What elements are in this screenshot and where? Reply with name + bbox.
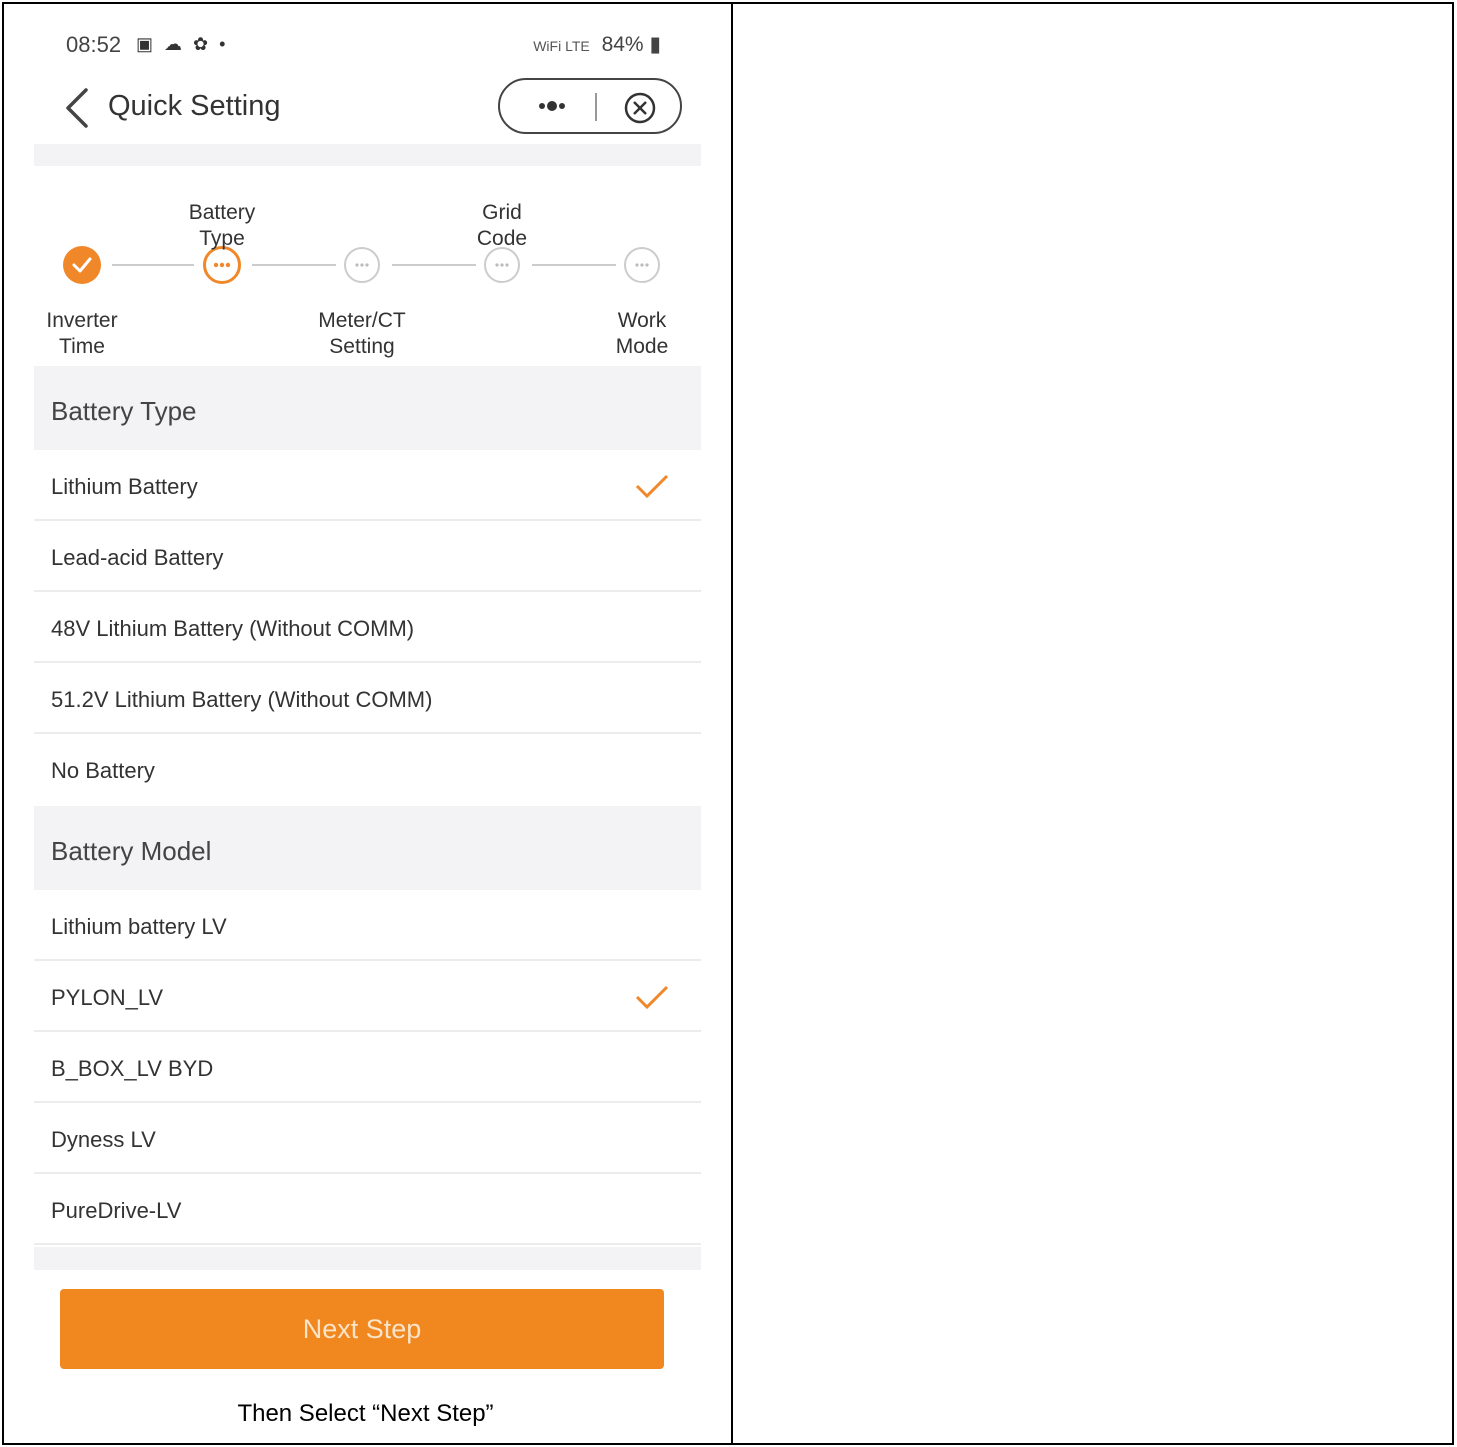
header-divider bbox=[34, 144, 701, 166]
option-label: PYLON_LV bbox=[51, 985, 164, 1010]
battery-model-option-puredrive[interactable]: PureDrive-LV bbox=[34, 1174, 701, 1245]
page-title: Quick Setting bbox=[108, 90, 281, 122]
next-step-button[interactable]: Next Step bbox=[60, 1289, 664, 1369]
section-title: Battery Model bbox=[51, 836, 212, 866]
ellipsis-icon bbox=[213, 262, 231, 268]
status-right: WiFi LTE 84% ▮ bbox=[533, 32, 661, 57]
option-label: Dyness LV bbox=[51, 1127, 156, 1152]
step-label-line: Code bbox=[476, 227, 528, 250]
battery-icon: ▮ bbox=[649, 33, 661, 56]
step-connector bbox=[112, 264, 194, 266]
step-label-line: Setting bbox=[329, 335, 395, 358]
step-label-line: Grid bbox=[482, 201, 522, 224]
network-icon: WiFi LTE bbox=[533, 38, 590, 54]
battery-model-option-bbox[interactable]: B_BOX_LV BYD bbox=[34, 1032, 701, 1103]
option-label: Lithium battery LV bbox=[51, 914, 227, 939]
status-time: 08:52 bbox=[66, 32, 122, 57]
battery-model-heading: Battery Model bbox=[34, 806, 701, 890]
checkmark-icon bbox=[72, 257, 92, 273]
battery-model-option-pylon[interactable]: PYLON_LV bbox=[34, 961, 701, 1032]
battery-level: 84% bbox=[601, 33, 644, 56]
notification-icons: ▣ ☁ ✿ • bbox=[136, 34, 229, 54]
close-circle-icon[interactable] bbox=[620, 88, 660, 128]
selected-check-icon bbox=[635, 474, 669, 499]
option-label: No Battery bbox=[51, 758, 155, 783]
back-chevron-icon[interactable] bbox=[62, 86, 92, 130]
step-label-inverter-time: Inverter Time bbox=[34, 308, 152, 360]
step-5-pending-indicator bbox=[624, 247, 660, 283]
option-label: 48V Lithium Battery (Without COMM) bbox=[51, 616, 415, 641]
step-connector bbox=[252, 264, 336, 266]
status-bar: 08:52 ▣ ☁ ✿ • WiFi LTE 84% ▮ bbox=[34, 32, 701, 62]
battery-model-option-lithium-lv[interactable]: Lithium battery LV bbox=[34, 890, 701, 961]
option-label: PureDrive-LV bbox=[51, 1198, 182, 1223]
step-connector bbox=[392, 264, 476, 266]
document-caption: Then Select “Next Step” bbox=[237, 1400, 494, 1427]
battery-type-option-none[interactable]: No Battery bbox=[34, 734, 701, 805]
step-label-line: Work bbox=[617, 309, 667, 332]
ellipsis-icon bbox=[495, 263, 509, 267]
step-label-grid-code: Grid Code bbox=[432, 200, 572, 252]
battery-type-option-lead-acid[interactable]: Lead-acid Battery bbox=[34, 521, 701, 592]
step-label-line: Battery bbox=[188, 201, 256, 224]
step-label-meter-ct: Meter/CT Setting bbox=[292, 308, 432, 360]
selected-check-icon bbox=[635, 985, 669, 1010]
option-label: Lithium Battery bbox=[51, 474, 198, 499]
more-dots-icon[interactable] bbox=[522, 86, 582, 126]
table-column-divider bbox=[731, 2, 733, 1445]
step-label-line: Inverter bbox=[46, 309, 118, 332]
footer-bar: Next Step bbox=[34, 1270, 701, 1385]
step-3-pending-indicator bbox=[344, 247, 380, 283]
battery-type-option-51v[interactable]: 51.2V Lithium Battery (Without COMM) bbox=[34, 663, 701, 734]
step-4-pending-indicator bbox=[484, 247, 520, 283]
ellipsis-icon bbox=[355, 263, 369, 267]
step-label-line: Mode bbox=[615, 335, 669, 358]
step-label-line: Type bbox=[199, 227, 245, 250]
battery-model-option-dyness[interactable]: Dyness LV bbox=[34, 1103, 701, 1174]
step-connector bbox=[532, 264, 616, 266]
option-label: 51.2V Lithium Battery (Without COMM) bbox=[51, 687, 433, 712]
battery-type-option-lithium[interactable]: Lithium Battery bbox=[34, 450, 701, 521]
step-label-work-mode: Work Mode bbox=[572, 308, 701, 360]
capsule-divider bbox=[595, 93, 597, 121]
option-label: Lead-acid Battery bbox=[51, 545, 224, 570]
step-label-battery-type: Battery Type bbox=[152, 200, 292, 252]
progress-stepper: Inverter Time Battery Type Meter/CT Sett… bbox=[34, 166, 701, 380]
mini-program-capsule bbox=[498, 78, 682, 134]
section-title: Battery Type bbox=[51, 396, 197, 426]
step-label-line: Time bbox=[59, 335, 105, 358]
ellipsis-icon bbox=[635, 263, 649, 267]
step-1-done-indicator bbox=[63, 246, 101, 284]
title-bar: Quick Setting bbox=[34, 76, 701, 142]
step-label-line: Meter/CT bbox=[318, 309, 406, 332]
battery-type-heading: Battery Type bbox=[34, 366, 701, 450]
option-label: B_BOX_LV BYD bbox=[51, 1056, 214, 1081]
phone-screenshot: 08:52 ▣ ☁ ✿ • WiFi LTE 84% ▮ Quick Setti… bbox=[34, 14, 701, 1274]
battery-type-option-48v[interactable]: 48V Lithium Battery (Without COMM) bbox=[34, 592, 701, 663]
